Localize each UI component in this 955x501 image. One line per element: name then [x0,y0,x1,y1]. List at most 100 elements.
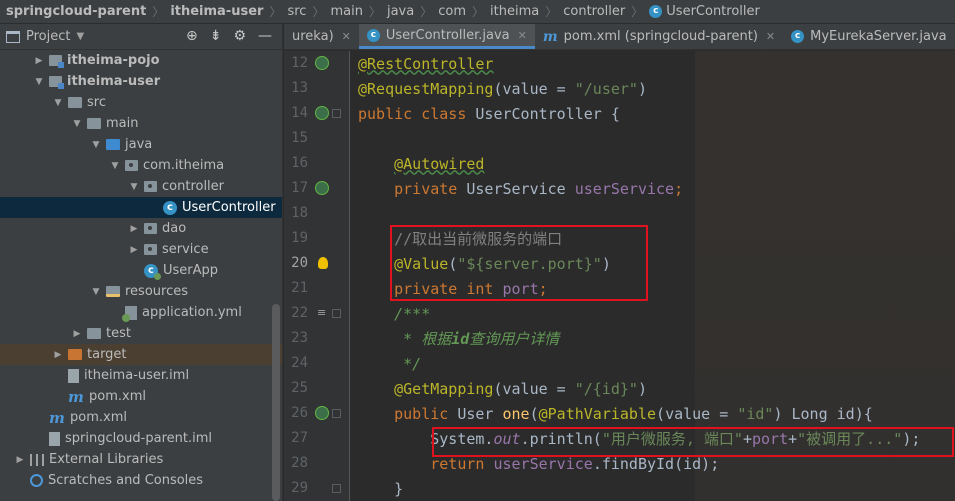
breadcrumb-item[interactable]: itheima-user [170,4,263,19]
expand-arrow-icon[interactable]: ▼ [90,287,102,297]
collapse-arrow-icon[interactable]: ▶ [71,329,83,339]
tree-item[interactable]: ▼ src [0,92,282,113]
breadcrumb-separator-icon: 〉 [631,5,644,19]
resources-folder-icon [106,286,120,297]
code-line: @GetMapping(value = "/{id}") [394,379,647,398]
expand-arrow-icon[interactable]: ▼ [90,140,102,150]
tree-item[interactable]: application.yml [0,302,282,323]
class-icon: c [649,5,663,18]
close-icon[interactable]: ✕ [766,30,775,43]
tree-item[interactable]: ▶ External Libraries [0,449,282,470]
highlight-box-println [432,427,954,457]
tree-item[interactable]: ▼ controller [0,176,282,197]
expand-arrow-icon[interactable]: ▼ [71,119,83,129]
breadcrumb-item[interactable]: com [438,4,466,19]
tab-usercontroller[interactable]: c UserController.java ✕ [358,24,535,49]
tree-item[interactable]: ▼ resources [0,281,282,302]
code-line: @RequestMapping(value = "/user") [358,79,647,98]
tree-item-label: target [87,347,127,362]
package-icon [144,244,157,255]
expand-arrow-icon[interactable]: ▼ [52,98,64,108]
breadcrumb-item[interactable]: controller [563,4,625,19]
tree-item-label: springcloud-parent.iml [65,431,212,446]
breadcrumb-item[interactable]: src [287,4,306,19]
collapse-arrow-icon[interactable]: ▶ [14,455,26,465]
excluded-folder-icon [68,349,82,360]
tree-item-label: application.yml [142,305,242,320]
tree-item[interactable]: c UserApp [0,260,282,281]
tree-item-label: pom.xml [89,389,146,404]
expand-arrow-icon[interactable]: ▼ [33,77,45,87]
tab-eureka[interactable]: ureka) ✕ [284,24,359,49]
tree-item-label: dao [162,221,187,236]
close-icon[interactable]: ✕ [342,30,351,43]
chevron-down-icon[interactable]: ▼ [76,31,84,42]
close-icon[interactable]: ✕ [518,29,527,42]
tree-item-label: java [125,137,153,152]
tab-pom-xml[interactable]: m pom.xml (springcloud-parent) ✕ [535,24,783,49]
code-line: } [394,479,404,498]
tree-item[interactable]: springcloud-parent.iml [0,428,282,449]
tree-item[interactable]: ▼ com.itheima [0,155,282,176]
tab-label: UserController.java [385,27,510,43]
tree-item[interactable]: ▶ test [0,323,282,344]
scrollbar[interactable] [272,304,280,501]
breadcrumb-item[interactable]: UserController [666,4,760,19]
tree-item[interactable]: ▶ service [0,239,282,260]
tree-item[interactable]: ▶ dao [0,218,282,239]
tree-item[interactable]: Scratches and Consoles [0,470,282,491]
breadcrumb-separator-icon: 〉 [269,5,282,19]
breadcrumb-item[interactable]: itheima [490,4,539,19]
tree-item-label: External Libraries [49,452,164,467]
collapse-all-icon[interactable]: ⇟ [210,28,222,44]
collapse-arrow-icon[interactable]: ▶ [33,56,45,66]
tree-item-label: UserApp [163,263,219,278]
breadcrumb-separator-icon: 〉 [472,5,485,19]
highlight-box-port-field [390,225,648,301]
tree-item[interactable]: ▼ itheima-user [0,71,282,92]
project-view-icon [6,30,20,43]
tree-item[interactable]: m pom.xml [0,407,282,428]
breadcrumb-separator-icon: 〉 [368,5,381,19]
tree-item-label: UserController [182,200,276,215]
project-tree: ▶ itheima-pojo ▼ itheima-user ▼ src ▼ main ▼ java… [0,50,282,491]
breadcrumb-item[interactable]: springcloud-parent [6,4,146,19]
tree-item-label: main [106,116,139,131]
tree-item[interactable]: itheima-user.iml [0,365,282,386]
code-editor[interactable]: 12 13 14 15 16 17 18 19 20 21 22 ≡ 23 24 25 26 27 28 29 @R… [284,51,955,501]
folder-icon [87,118,101,129]
breadcrumb-separator-icon: 〉 [420,5,433,19]
tree-item[interactable]: ▼ main [0,113,282,134]
expand-arrow-icon[interactable]: ▼ [109,161,121,171]
project-view-selector[interactable]: Project [26,29,70,44]
tree-item-label: itheima-pojo [67,53,160,68]
maven-icon: m [68,387,84,406]
project-panel: Project ▼ ⊕ ⇟ ⚙ — ▶ itheima-pojo ▼ itheima-… [0,24,283,501]
tab-myeurekaserver[interactable]: c MyEurekaServer.java ✕ [783,24,955,49]
breadcrumb-separator-icon: 〉 [545,5,558,19]
project-panel-header: Project ▼ ⊕ ⇟ ⚙ — [0,24,282,50]
source-folder-icon [106,139,120,150]
locate-target-icon[interactable]: ⊕ [186,28,198,44]
folder-icon [87,328,101,339]
gear-icon[interactable]: ⚙ [233,28,246,44]
code-line: @RestController [358,54,494,73]
tree-item[interactable]: c UserController [0,197,282,218]
tree-item[interactable]: m pom.xml [0,386,282,407]
minimize-icon[interactable]: — [258,28,272,44]
code-line: private UserService userService; [394,179,684,198]
tree-item[interactable]: ▼ java [0,134,282,155]
tab-label: ureka) [292,29,334,44]
expand-arrow-icon[interactable]: ▼ [128,182,140,192]
scratches-icon [30,474,43,487]
collapse-arrow-icon[interactable]: ▶ [128,224,140,234]
code-line: public User one(@PathVariable(value = "i… [394,404,873,423]
package-icon [144,181,157,192]
breadcrumb-item[interactable]: java [387,4,414,19]
code-line: */ [394,354,422,373]
tree-item[interactable]: ▶ itheima-pojo [0,50,282,71]
collapse-arrow-icon[interactable]: ▶ [128,245,140,255]
breadcrumb-item[interactable]: main [330,4,362,19]
collapse-arrow-icon[interactable]: ▶ [52,350,64,360]
tree-item[interactable]: ▶ target [0,344,282,365]
